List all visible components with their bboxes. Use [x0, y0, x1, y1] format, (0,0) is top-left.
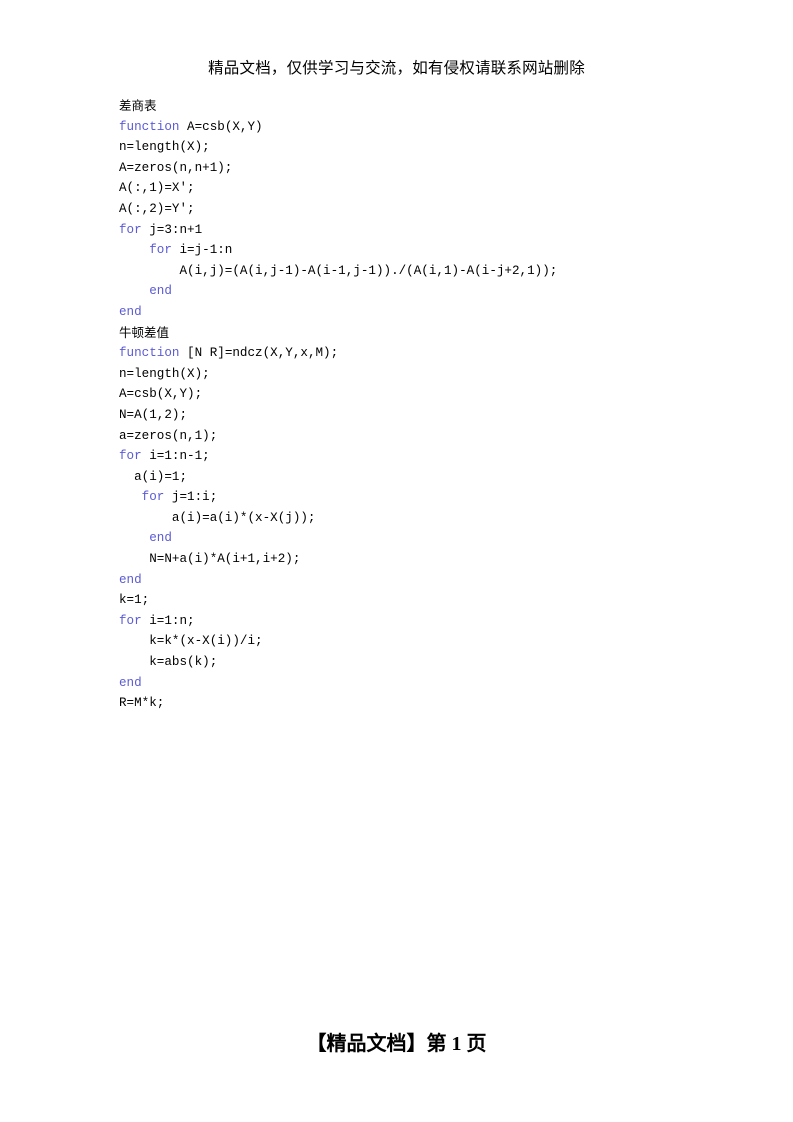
document-content: 差商表 function A=csb(X,Y) n=length(X); A=zero…	[119, 96, 719, 714]
code-line: A=csb(X,Y);	[119, 384, 719, 405]
code-line: end	[119, 281, 719, 302]
code-line: a=zeros(n,1);	[119, 426, 719, 447]
code-keyword: for	[119, 222, 142, 237]
section-title: 牛顿差值	[119, 325, 170, 340]
code-line: function A=csb(X,Y)	[119, 117, 719, 138]
code-keyword: for	[119, 613, 142, 628]
code-text: A=csb(X,Y);	[119, 387, 203, 402]
code-text: A(i,j)=(A(i,j-1)-A(i-1,j-1))./(A(i,1)-A(…	[119, 263, 558, 278]
code-line: k=1;	[119, 590, 719, 611]
document-banner-header: 精品文档，仅供学习与交流，如有侵权请联系网站删除	[208, 60, 585, 77]
code-keyword: end	[119, 675, 142, 690]
code-line: n=length(X);	[119, 137, 719, 158]
code-keyword: end	[119, 304, 142, 319]
code-text: A=zeros(n,n+1);	[119, 160, 233, 175]
document-page: 精品文档，仅供学习与交流，如有侵权请联系网站删除 差商表 function A=c…	[0, 0, 793, 1122]
code-text: A(:,2)=Y';	[119, 201, 195, 216]
code-line: for j=3:n+1	[119, 220, 719, 241]
code-line: end	[119, 570, 719, 591]
code-keyword: function	[119, 346, 180, 361]
code-line: N=A(1,2);	[119, 405, 719, 426]
code-keyword: for	[119, 490, 165, 505]
code-line: function [N R]=ndcz(X,Y,x,M);	[119, 343, 719, 364]
code-text: a=zeros(n,1);	[119, 428, 218, 443]
code-text: n=length(X);	[119, 140, 210, 155]
code-text: n=length(X);	[119, 366, 210, 381]
code-text: i=j-1:n	[171, 243, 233, 258]
code-line: for i=1:n;	[119, 611, 719, 632]
code-line: end	[119, 302, 719, 323]
code-line: R=M*k;	[119, 693, 719, 714]
code-text: j=3:n+1	[141, 222, 203, 237]
code-line: a(i)=a(i)*(x-X(j));	[119, 508, 719, 529]
code-line: k=k*(x-X(i))/i;	[119, 631, 719, 652]
code-keyword: end	[119, 531, 172, 546]
code-text: k=k*(x-X(i))/i;	[119, 634, 263, 649]
code-keyword: end	[119, 284, 172, 299]
code-text: i=1:n;	[141, 613, 195, 628]
code-line: end	[119, 673, 719, 694]
code-keyword: end	[119, 572, 142, 587]
code-line: k=abs(k);	[119, 652, 719, 673]
code-line: for j=1:i;	[119, 487, 719, 508]
code-line: A=zeros(n,n+1);	[119, 158, 719, 179]
code-line: n=length(X);	[119, 364, 719, 385]
code-keyword: for	[119, 243, 172, 258]
code-text: A(:,1)=X';	[119, 181, 195, 196]
code-keyword: for	[119, 449, 142, 464]
code-text: a(i)=1;	[119, 469, 188, 484]
code-text: k=1;	[119, 593, 150, 608]
section-title: 差商表	[119, 99, 157, 113]
code-text: N=N+a(i)*A(i+1,i+2);	[119, 552, 301, 567]
code-text: N=A(1,2);	[119, 407, 188, 422]
document-page-footer: 【精品文档】第 1 页	[306, 1033, 487, 1055]
code-line: A(:,1)=X';	[119, 178, 719, 199]
code-line: A(i,j)=(A(i,j-1)-A(i-1,j-1))./(A(i,1)-A(…	[119, 261, 719, 282]
code-line: a(i)=1;	[119, 467, 719, 488]
code-line: for i=1:n-1;	[119, 446, 719, 467]
code-line: end	[119, 528, 719, 549]
code-text: i=1:n-1;	[141, 449, 210, 464]
code-line: N=N+a(i)*A(i+1,i+2);	[119, 549, 719, 570]
code-text: R=M*k;	[119, 696, 165, 711]
code-text: A=csb(X,Y)	[179, 119, 263, 134]
code-line: A(:,2)=Y';	[119, 199, 719, 220]
code-text: [N R]=ndcz(X,Y,x,M);	[179, 346, 339, 361]
code-line: for i=j-1:n	[119, 240, 719, 261]
code-text: j=1:i;	[164, 490, 218, 505]
code-text: k=abs(k);	[119, 655, 218, 670]
code-keyword: function	[119, 119, 180, 134]
code-text: a(i)=a(i)*(x-X(j));	[119, 510, 316, 525]
